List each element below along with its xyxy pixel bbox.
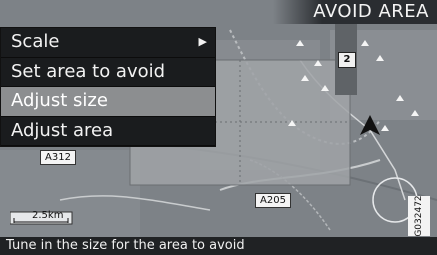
navigation-screen: AVOID AREA Scale ▶ Set area to avoid Adj… <box>0 0 437 255</box>
menu-item-adjust-area[interactable]: Adjust area <box>1 117 215 146</box>
menu-item-label: Adjust size <box>11 90 108 111</box>
menu-item-adjust-size[interactable]: Adjust size <box>1 87 215 117</box>
reference-code-text: G032472 <box>414 195 424 237</box>
status-bar: Tune in the size for the area to avoid <box>0 237 437 255</box>
menu-item-scale[interactable]: Scale ▶ <box>1 28 215 58</box>
menu-item-label: Set area to avoid <box>11 60 166 82</box>
avoid-area-menu: Scale ▶ Set area to avoid Adjust size Ad… <box>0 27 216 147</box>
menu-item-label: Scale <box>11 31 60 52</box>
menu-item-label: Adjust area <box>11 119 114 141</box>
status-text: Tune in the size for the area to avoid <box>6 238 245 253</box>
road-label-a312: A312 <box>40 150 76 165</box>
scale-label: 2.5km <box>32 210 64 221</box>
menu-item-set-area-to-avoid[interactable]: Set area to avoid <box>1 58 215 87</box>
reference-code: G032472 <box>408 195 430 237</box>
map-scale: 2.5km <box>10 210 80 226</box>
triangle-right-icon: ▶ <box>198 35 207 48</box>
page-title: AVOID AREA <box>273 0 437 24</box>
route-shield: 2 <box>338 52 356 68</box>
road-label-a205: A205 <box>255 193 291 208</box>
